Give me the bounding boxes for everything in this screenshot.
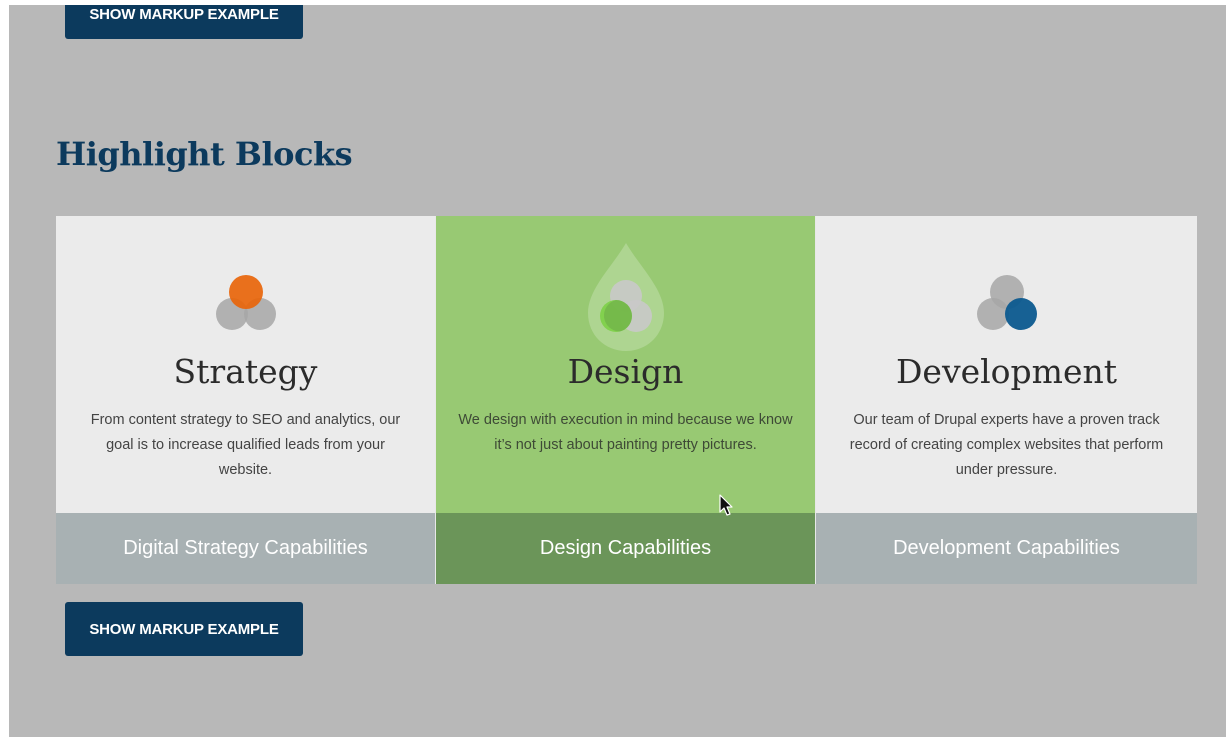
- venn-orange-icon: [215, 275, 276, 330]
- block-text: Our team of Drupal experts have a proven…: [849, 412, 1164, 478]
- strategy-capabilities-link[interactable]: Digital Strategy Capabilities: [56, 513, 435, 584]
- block-text: We design with execution in mind because…: [458, 412, 793, 453]
- show-markup-button-bottom[interactable]: SHOW MARKUP EXAMPLE: [65, 602, 303, 656]
- block-body: Development Our team of Drupal experts h…: [816, 216, 1197, 513]
- block-body: Design We design with execution in mind …: [436, 216, 815, 513]
- highlight-blocks: Strategy From content strategy to SEO an…: [56, 216, 1197, 584]
- design-capabilities-link[interactable]: Design Capabilities: [436, 513, 815, 584]
- venn-blue-icon: [976, 275, 1037, 330]
- highlight-block-strategy: Strategy From content strategy to SEO an…: [56, 216, 435, 584]
- block-title: Design: [567, 352, 684, 391]
- show-markup-button-top[interactable]: SHOW MARKUP EXAMPLE: [65, 5, 303, 39]
- venn-drop-green-icon: [587, 243, 664, 351]
- block-text: From content strategy to SEO and analyti…: [90, 412, 401, 478]
- block-body: Strategy From content strategy to SEO an…: [56, 216, 435, 513]
- development-capabilities-link[interactable]: Development Capabilities: [816, 513, 1197, 584]
- page: SHOW MARKUP EXAMPLE Highlight Blocks Str…: [9, 5, 1226, 737]
- block-title: Development: [895, 352, 1118, 391]
- section-title: Highlight Blocks: [56, 135, 353, 173]
- block-title: Strategy: [173, 352, 318, 391]
- highlight-block-design: Design We design with execution in mind …: [435, 216, 815, 584]
- highlight-block-development: Development Our team of Drupal experts h…: [815, 216, 1197, 584]
